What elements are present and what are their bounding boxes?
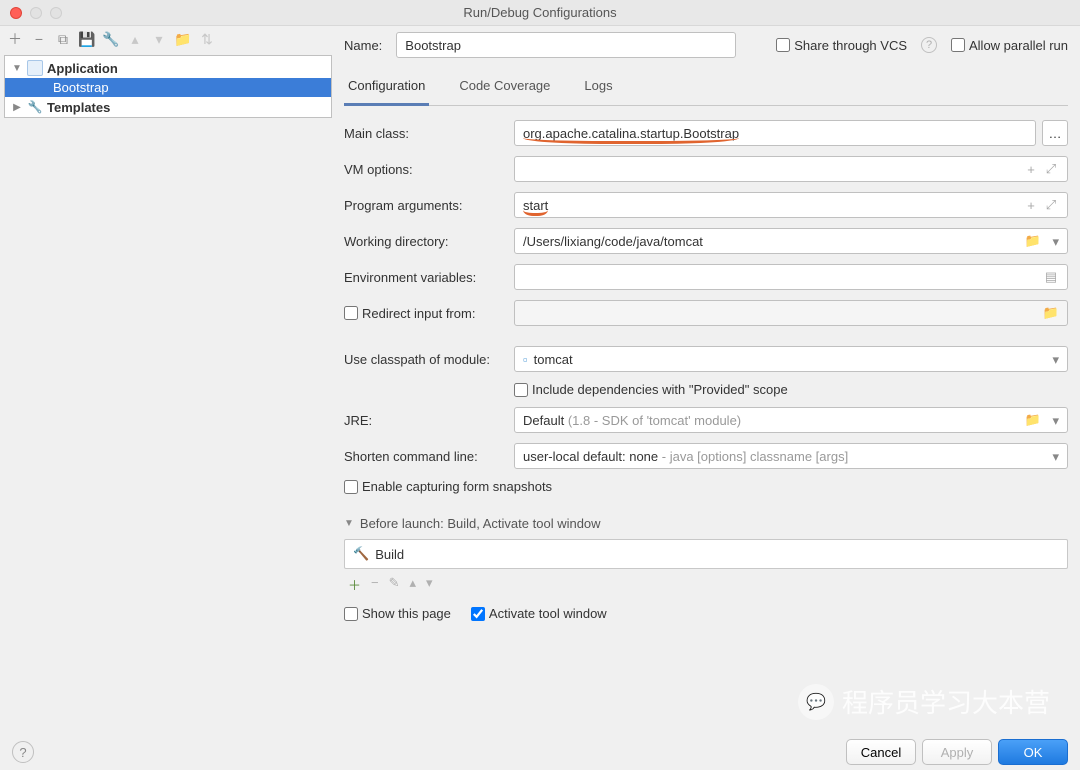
main-class-field[interactable]: org.apache.catalina.startup.Bootstrap <box>514 120 1036 146</box>
sort-icon[interactable]: ⇅ <box>198 30 216 48</box>
add-config-icon[interactable]: ＋ <box>6 30 24 48</box>
working-dir-label: Working directory: <box>344 234 514 249</box>
folder-icon[interactable]: 📁 <box>1025 233 1041 249</box>
add-icon[interactable]: + <box>1023 197 1039 213</box>
list-icon[interactable]: ▤ <box>1043 269 1059 285</box>
share-vcs-checkbox[interactable]: Share through VCS <box>776 38 907 53</box>
remove-task-icon[interactable]: − <box>371 575 379 594</box>
main-class-label: Main class: <box>344 126 514 141</box>
folder-icon[interactable]: 📁 <box>174 30 192 48</box>
show-page-checkbox[interactable]: Show this page <box>344 606 451 621</box>
wrench-icon: 🔧 <box>27 99 43 115</box>
expand-icon[interactable]: ▼ <box>11 63 23 74</box>
classpath-select[interactable]: ▫tomcat <box>514 346 1068 372</box>
collapse-icon[interactable]: ▼ <box>344 518 354 529</box>
tab-configuration[interactable]: Configuration <box>344 70 429 106</box>
config-toolbar: ＋ − ⧉ 💾 🔧 ▴ ▾ 📁 ⇅ <box>0 26 332 52</box>
watermark: 💬 程序员学习大本营 <box>798 683 1050 720</box>
redirect-input-row: Redirect input from: <box>344 306 514 321</box>
move-up-icon[interactable]: ▴ <box>410 575 417 594</box>
name-label: Name: <box>344 38 382 53</box>
tree-label: Templates <box>47 100 110 115</box>
include-deps-checkbox[interactable]: Include dependencies with "Provided" sco… <box>514 382 788 397</box>
env-vars-label: Environment variables: <box>344 270 514 285</box>
expand-icon[interactable]: ▶ <box>11 102 23 113</box>
wechat-icon: 💬 <box>798 684 834 720</box>
help-button[interactable]: ? <box>12 741 34 763</box>
tabs: Configuration Code Coverage Logs <box>344 70 1068 106</box>
vm-options-label: VM options: <box>344 162 514 177</box>
save-config-icon[interactable]: 💾 <box>78 30 96 48</box>
expand-icon[interactable]: ⤢ <box>1043 197 1059 213</box>
classpath-label: Use classpath of module: <box>344 352 514 367</box>
help-icon[interactable]: ? <box>921 37 937 53</box>
window-titlebar: Run/Debug Configurations <box>0 0 1080 26</box>
shorten-label: Shorten command line: <box>344 449 514 464</box>
move-down-icon[interactable]: ▾ <box>150 30 168 48</box>
program-args-label: Program arguments: <box>344 198 514 213</box>
env-vars-field[interactable]: ▤ <box>514 264 1068 290</box>
expand-icon[interactable]: ⤢ <box>1043 161 1059 177</box>
tab-code-coverage[interactable]: Code Coverage <box>455 70 554 105</box>
folder-icon: 📁 <box>1043 305 1059 321</box>
folder-icon[interactable]: 📁 <box>1025 412 1041 428</box>
remove-config-icon[interactable]: − <box>30 30 48 48</box>
application-icon <box>27 60 43 76</box>
before-launch-toolbar: ＋ − ✎ ▴ ▾ <box>344 569 1068 600</box>
tab-logs[interactable]: Logs <box>580 70 616 105</box>
config-tree: ▼ Application Bootstrap ▶ 🔧 Templates <box>4 55 332 118</box>
tree-bootstrap[interactable]: Bootstrap <box>5 78 331 97</box>
tree-label: Application <box>47 61 118 76</box>
move-up-icon[interactable]: ▴ <box>126 30 144 48</box>
edit-task-icon[interactable]: ✎ <box>389 575 400 594</box>
jre-select[interactable]: Default (1.8 - SDK of 'tomcat' module) 📁 <box>514 407 1068 433</box>
allow-parallel-checkbox[interactable]: Allow parallel run <box>951 38 1068 53</box>
activate-tool-window-checkbox[interactable]: Activate tool window <box>471 606 607 621</box>
redirect-input-checkbox[interactable]: Redirect input from: <box>344 306 514 321</box>
working-dir-field[interactable]: /Users/lixiang/code/java/tomcat 📁 <box>514 228 1068 254</box>
add-task-icon[interactable]: ＋ <box>348 575 361 594</box>
copy-config-icon[interactable]: ⧉ <box>54 30 72 48</box>
move-down-icon[interactable]: ▾ <box>426 575 433 594</box>
tree-label: Bootstrap <box>53 80 109 95</box>
browse-class-button[interactable]: … <box>1042 120 1068 146</box>
enable-snapshots-checkbox[interactable]: Enable capturing form snapshots <box>344 479 552 494</box>
edit-templates-icon[interactable]: 🔧 <box>102 30 120 48</box>
tree-templates[interactable]: ▶ 🔧 Templates <box>5 97 331 117</box>
apply-button[interactable]: Apply <box>922 739 992 765</box>
program-args-field[interactable]: start +⤢ <box>514 192 1068 218</box>
redirect-input-field: 📁 <box>514 300 1068 326</box>
window-title: Run/Debug Configurations <box>0 5 1080 20</box>
tree-application[interactable]: ▼ Application <box>5 58 331 78</box>
name-field[interactable]: Bootstrap <box>396 32 736 58</box>
ok-button[interactable]: OK <box>998 739 1068 765</box>
jre-label: JRE: <box>344 413 514 428</box>
before-launch-header[interactable]: ▼ Before launch: Build, Activate tool wi… <box>344 510 1068 539</box>
vm-options-field[interactable]: +⤢ <box>514 156 1068 182</box>
add-icon[interactable]: + <box>1023 161 1039 177</box>
hammer-icon: 🔨 <box>353 546 369 562</box>
cancel-button[interactable]: Cancel <box>846 739 916 765</box>
before-launch-item[interactable]: 🔨 Build <box>344 539 1068 569</box>
shorten-select[interactable]: user-local default: none - java [options… <box>514 443 1068 469</box>
